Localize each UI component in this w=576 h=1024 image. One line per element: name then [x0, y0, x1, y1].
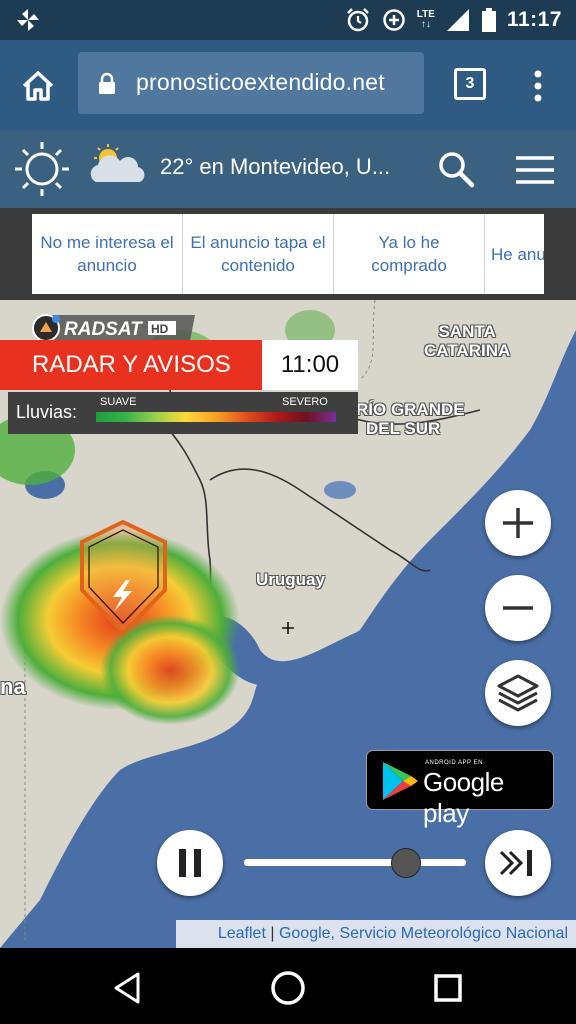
android-nav-bar: [0, 948, 576, 1024]
overflow-menu-icon[interactable]: [528, 66, 548, 106]
tab-switcher-button[interactable]: 3: [454, 68, 486, 100]
timeline-slider[interactable]: [244, 859, 466, 866]
map-label-rio-grande-line1: RÍO GRANDE: [356, 400, 465, 419]
attribution-sources[interactable]: Google, Servicio Meteorológico Nacional: [279, 925, 568, 942]
sun-logo-icon[interactable]: [12, 139, 72, 199]
browser-toolbar: pronosticoextendido.net 3: [0, 40, 576, 130]
map-label-santa-catarina: SANTA CATARINA: [424, 322, 510, 360]
svg-text:RADSAT: RADSAT: [64, 319, 143, 340]
menu-icon[interactable]: [514, 154, 556, 186]
leaflet-link[interactable]: Leaflet: [218, 925, 266, 942]
data-saver-icon: [383, 9, 405, 31]
svg-text:HD: HD: [151, 322, 169, 336]
layers-button[interactable]: [485, 660, 551, 726]
recents-icon[interactable]: [428, 968, 468, 1008]
minus-icon: [503, 606, 533, 610]
data-arrows-icon: ↑↓: [420, 19, 431, 30]
ad-feedback-options: No me interesa el anuncio El anuncio tap…: [32, 214, 544, 294]
legend-gradient: [96, 412, 336, 422]
radar-header: RADAR Y AVISOS 11:00: [0, 340, 358, 390]
legend-high: SEVERO: [282, 396, 328, 408]
zoom-in-button[interactable]: [485, 490, 551, 556]
ad-option-seen-already[interactable]: He anun: [485, 214, 544, 294]
zoom-out-button[interactable]: [485, 575, 551, 641]
pinwheel-icon: [17, 9, 39, 31]
clock: 11:17: [506, 8, 562, 31]
layers-icon: [497, 674, 539, 712]
alarm-icon: [346, 8, 369, 32]
pause-icon: [179, 849, 201, 877]
ad-feedback-bar: No me interesa el anuncio El anuncio tap…: [0, 208, 576, 300]
radar-title[interactable]: RADAR Y AVISOS: [0, 340, 262, 390]
rain-legend: Lluvias: SUAVE SEVERO: [8, 392, 358, 434]
search-icon[interactable]: [436, 149, 476, 189]
lte-indicator: LTE ↑↓: [417, 10, 435, 30]
google-play-icon: [383, 762, 418, 800]
partly-cloudy-icon: [90, 144, 145, 182]
ad-option-covers-content[interactable]: El anuncio tapa el contenido: [183, 214, 334, 294]
map-label-left-edge: na: [0, 674, 26, 699]
url-text: pronosticoextendido.net: [136, 69, 385, 95]
google-play-title: Google play: [423, 767, 504, 828]
radar-time: 11:00: [280, 351, 340, 378]
map-label-santa: SANTA: [438, 322, 496, 341]
home-circle-icon[interactable]: [268, 968, 308, 1008]
site-header: 22° en Montevideo, U...: [0, 130, 576, 208]
map-label-rio-grande: RÍO GRANDE DEL SUR: [356, 400, 465, 438]
skip-forward-icon: [499, 850, 532, 876]
address-bar[interactable]: pronosticoextendido.net: [78, 52, 424, 114]
map-attribution: Leaflet | Google, Servicio Meteorológico…: [176, 920, 576, 948]
current-weather-title[interactable]: 22° en Montevideo, U...: [160, 154, 390, 180]
plus-icon: [503, 508, 533, 538]
legend-low: SUAVE: [100, 396, 137, 408]
google-play-badge[interactable]: ANDROID APP EN Google play: [366, 750, 554, 828]
home-icon[interactable]: [18, 66, 58, 106]
radar-map[interactable]: SANTA CATARINA RÍO GRANDE DEL SUR Urugua…: [0, 300, 576, 948]
ad-option-not-interested[interactable]: No me interesa el anuncio: [32, 214, 183, 294]
battery-icon: [481, 8, 496, 32]
legend-label: Lluvias:: [16, 402, 78, 422]
attribution-separator: |: [265, 925, 279, 942]
pause-button[interactable]: [157, 830, 223, 896]
ad-option-already-bought[interactable]: Ya lo he comprado: [334, 214, 485, 294]
status-bar: LTE ↑↓ 11:17: [0, 0, 576, 40]
map-label-rio-grande-line2: DEL SUR: [366, 419, 441, 438]
lock-icon: [99, 72, 115, 94]
timeline-slider-thumb[interactable]: [391, 848, 422, 878]
skip-to-latest-button[interactable]: [485, 830, 551, 896]
map-label-uruguay: Uruguay: [256, 570, 325, 589]
back-icon[interactable]: [108, 968, 148, 1008]
radsat-logo: RADSAT HD: [32, 314, 195, 342]
signal-icon: [446, 9, 469, 31]
google-play-subtitle: ANDROID APP EN: [425, 760, 483, 766]
map-label-catarina: CATARINA: [424, 341, 511, 360]
